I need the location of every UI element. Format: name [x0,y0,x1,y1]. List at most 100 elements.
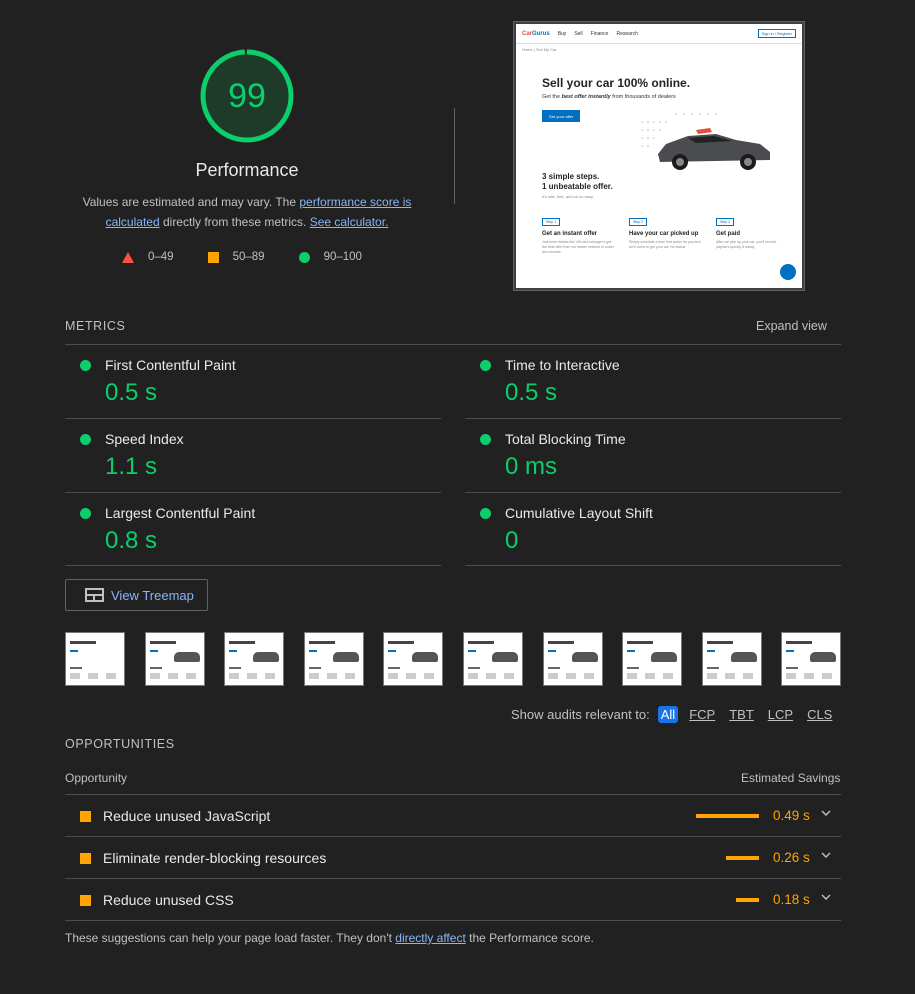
pass-circle-icon [480,434,491,445]
signin-button: Sign in / Register [757,29,796,38]
savings-column-header: Estimated Savings [741,771,841,785]
filmstrip-frame [542,632,603,686]
metric-cls: Cumulative Layout Shift 0 [465,493,841,567]
performance-score: 99 [228,76,266,115]
filter-chip-all[interactable]: All [657,706,679,723]
nav-item: Sell [574,30,583,37]
legend-label: 0–49 [148,251,174,263]
divider [465,565,841,566]
legend-label: 50–89 [232,251,265,263]
filter-chip-tbt[interactable]: TBT [726,706,757,723]
gauge-title: Performance [195,160,299,180]
opportunity-name: Reduce unused CSS [103,892,234,908]
treemap-label: View Treemap [111,587,194,603]
average-square-icon [80,811,91,822]
legend-pass: 90–100 [298,251,362,263]
metric-lcp: Largest Contentful Paint 0.8 s [65,493,441,567]
savings-bar [725,856,759,860]
vertical-divider [454,108,455,204]
legend-fail: 0–49 [122,251,174,263]
opportunity-row[interactable]: Eliminate render-blocking resources 0.26… [65,837,841,879]
filmstrip-frame [303,632,364,686]
opportunity-name: Eliminate render-blocking resources [103,850,327,866]
see-calculator-link[interactable]: See calculator. [310,215,389,229]
metric-value: 0 [505,527,519,554]
square-icon [207,251,219,263]
savings-value: 0.26 s [773,850,810,865]
performance-description: Values are estimated and may vary. The p… [70,192,424,232]
savings-bar [696,814,759,818]
filmstrip-frame [65,632,125,686]
screenshot-breadcrumb: Home | Sell My Car [522,47,557,52]
steps-title: 3 simple steps. 1 unbeatable offer. [542,172,613,191]
savings-value: 0.18 s [773,892,810,907]
step-column: Step 1 Get an instant offer Just enter d… [542,218,614,254]
audit-filter-label: Show audits relevant to: [511,707,650,722]
opportunities-footer: These suggestions can help your page loa… [65,931,594,945]
savings-bar [735,898,759,902]
metric-name: Time to Interactive [505,357,620,373]
nav-item: Buy [557,30,567,37]
final-screenshot[interactable]: CarGurus Buy Sell Finance Research Sign … [513,21,805,291]
screenshot-nav: CarGurus Buy Sell Finance Research Sign … [516,24,802,44]
step-column: Step 3 Get paid After we pick up your ca… [716,218,777,249]
legend-average: 50–89 [207,251,265,263]
cargurus-logo: CarGurus [522,30,550,37]
filmstrip-frame [622,632,683,686]
directly-affect-link[interactable]: directly affect [395,931,465,945]
filmstrip-frame [463,632,523,686]
filmstrip [65,632,842,686]
divider [65,565,441,566]
view-treemap-button[interactable]: View Treemap [65,579,208,611]
metric-value: 0.5 s [105,379,158,406]
average-square-icon [80,853,91,864]
metric-value: 0 ms [505,453,558,480]
filter-chip-fcp[interactable]: FCP [686,706,718,723]
filter-chip-cls[interactable]: CLS [804,706,835,723]
triangle-icon [122,251,134,263]
chevron-down-icon[interactable] [821,892,831,902]
legend-label: 90–100 [323,251,362,263]
chevron-down-icon[interactable] [821,808,831,818]
pass-circle-icon [80,508,91,519]
metric-name: Largest Contentful Paint [105,505,256,521]
metric-name: Total Blocking Time [505,431,626,447]
metric-tti: Time to Interactive 0.5 s [465,345,841,419]
metric-tbt: Total Blocking Time 0 ms [465,419,841,493]
car-image [641,113,770,170]
screenshot-subhead: Get the best offer instantly from thousa… [542,94,676,100]
footer-text: These suggestions can help your page loa… [65,931,396,945]
pass-circle-icon [80,434,91,445]
opportunity-row[interactable]: Reduce unused CSS 0.18 s [65,879,841,921]
expand-view-toggle[interactable]: Expand view [756,319,827,333]
filmstrip-frame [781,632,842,686]
filmstrip-frame [701,632,762,686]
metric-speed-index: Speed Index 1.1 s [65,419,441,493]
opportunity-column-header: Opportunity [65,771,128,785]
step-column: Step 2 Have your car picked up Simply sc… [629,218,701,249]
nav-item: Finance [590,30,609,37]
description-text-2: directly from these metrics. [159,215,310,229]
screenshot-headline: Sell your car 100% online. [542,76,691,90]
get-offer-button: Get your offer [542,110,580,122]
chat-icon [780,264,796,280]
divider [65,920,841,921]
pass-circle-icon [80,360,91,371]
savings-value: 0.49 s [773,808,810,823]
footer-text-2: the Performance score. [465,931,594,945]
opportunity-row[interactable]: Reduce unused JavaScript 0.49 s [65,795,841,837]
steps-subtitle: It's fast, free, and oh so easy. [542,194,594,199]
metric-value: 0.5 s [505,379,558,406]
pass-circle-icon [480,508,491,519]
circle-icon [298,251,310,263]
description-text: Values are estimated and may vary. The [82,195,300,209]
metric-value: 1.1 s [105,453,158,480]
metric-name: First Contentful Paint [105,357,236,373]
metric-value: 0.8 s [105,527,158,554]
filmstrip-frame [383,632,444,686]
metric-name: Cumulative Layout Shift [505,505,653,521]
average-square-icon [80,895,91,906]
chevron-down-icon[interactable] [821,850,831,860]
filter-chip-lcp[interactable]: LCP [765,706,796,723]
opportunities-heading: OPPORTUNITIES [65,737,175,751]
